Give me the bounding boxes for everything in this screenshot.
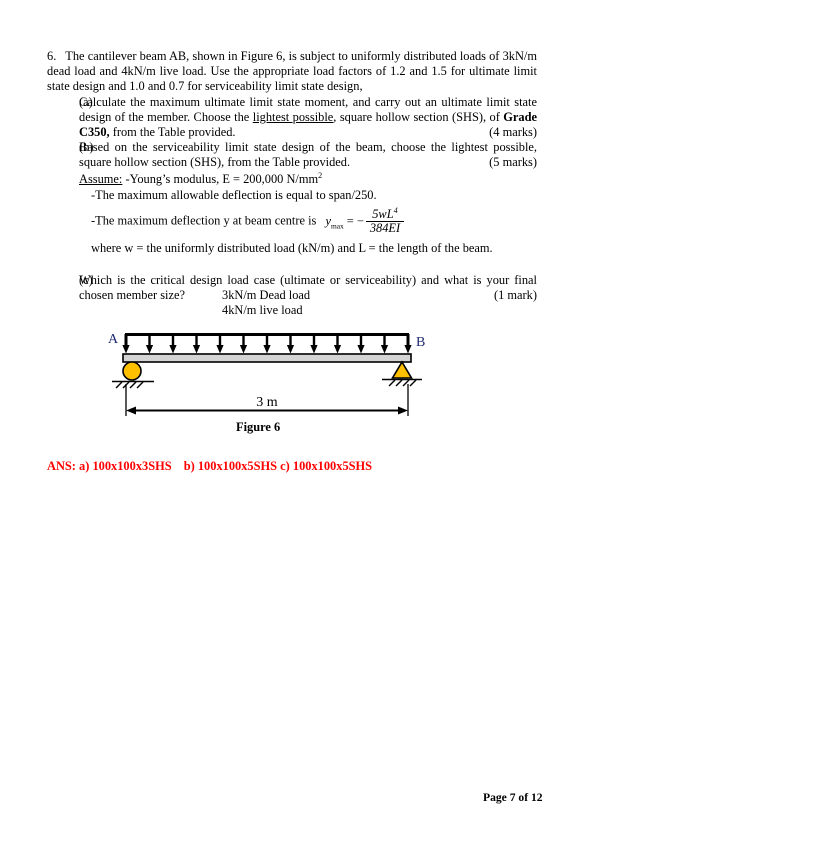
question-block: 6. The cantilever beam AB, shown in Figur… [47,49,537,304]
part-a-text-3: from the Table provided. [109,125,236,140]
support-a-hatching [115,381,144,389]
answer-a: a) 100x100x3SHS [79,459,172,473]
deflection-formula-text: -The maximum deflection y at beam centre… [91,213,317,228]
load-label-live: 4kN/m live load [222,303,303,317]
part-b-text: Based on the serviceability limit state … [79,140,537,170]
figure-caption: Figure 6 [236,420,281,434]
question-part-a: (a) Calculate the maximum ultimate limit… [47,95,537,141]
part-a-marks: (4 marks) [489,125,537,140]
support-b-hatching [388,379,417,387]
assume-label: Assume: [79,171,123,186]
part-c-tag: (c) [79,273,93,288]
beam-label-a: A [108,332,119,347]
formula-fraction: 5wL4 384EI [365,205,405,236]
part-b-tag: (b) [79,140,94,155]
answer-prefix: ANS: [47,459,76,473]
beam-label-b: B [416,335,425,350]
load-labels: 3kN/m Dead load 4kN/m live load [222,288,310,318]
formula-lhs-subscript: max [330,221,344,231]
document-page: 6. The cantilever beam AB, shown in Figur… [0,0,819,842]
deflection-limit-line: -The maximum allowable deflection is equ… [91,187,377,202]
formula-lhs: ymax [325,214,344,231]
formula-equals: = − [346,214,364,229]
udl-arrows [122,334,412,354]
answer-c: c) 100x100x5SHS [280,459,373,473]
formula-numerator-superscript: 4 [393,205,398,215]
question-part-b: (b) Based on the serviceability limit st… [47,140,537,170]
assume-line: Assume: -Young’s modulus, E = 200,000 N/… [47,170,537,187]
figure-6: 3kN/m Dead load 4kN/m live load A B 3 m … [0,288,819,443]
answer-b: b) 100x100x5SHS [183,459,278,473]
question-number: 6. [47,49,57,63]
part-a-emphasis: lightest possible [252,109,334,124]
support-a-roller [122,361,142,381]
where-line: where w = the uniformly distributed load… [91,241,493,256]
answer-line: ANS: a) 100x100x3SHS b) 100x100x5SHS c) … [47,459,372,474]
part-a-tag: (a) [79,94,93,109]
beam-member [122,353,412,363]
formula-denominator: 384EI [365,221,405,235]
page-footer: Page 7 of 12 [483,791,543,804]
question-intro-text: The cantilever beam AB, shown in Figure … [47,49,537,94]
beam-diagram: A B 3 m [108,332,425,416]
question-intro: 6. The cantilever beam AB, shown in Figur… [47,49,537,95]
formula-numerator-text: 5wL [372,207,394,222]
span-dimension: 3 m [125,384,409,416]
youngs-modulus-superscript: 2 [318,170,323,180]
part-b-marks: (5 marks) [489,155,537,170]
support-b-pin [391,360,413,379]
youngs-modulus-text: -Young’s modulus, E = 200,000 N/mm [125,171,319,186]
formula-numerator: 5wL4 [366,205,404,222]
deflection-formula-line: -The maximum deflection y at beam centre… [47,205,537,236]
deflection-formula: ymax = −5wL4 384EI [325,205,405,236]
part-a-text-2: , square hollow section (SHS), of [333,109,504,124]
span-dimension-label: 3 m [256,395,278,410]
load-label-dead: 3kN/m Dead load [222,288,311,302]
